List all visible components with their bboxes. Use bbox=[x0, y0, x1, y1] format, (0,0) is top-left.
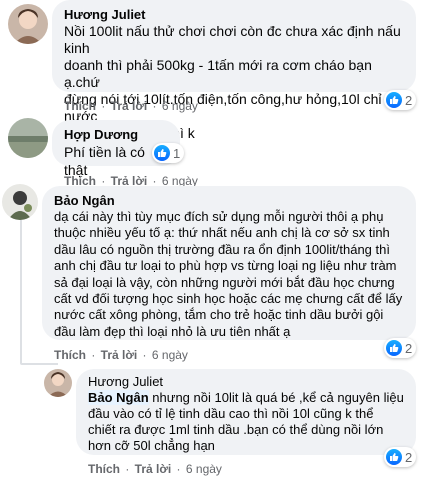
comment-text: Bảo Ngân nhưng nồi 10lit là quá bé ,kể c… bbox=[88, 390, 404, 454]
reaction-count-value: 2 bbox=[405, 92, 413, 108]
comment-time[interactable]: 6 ngày bbox=[152, 348, 188, 362]
comment-text: dạ cái này thì tùy mục đích sử dụng mỗi … bbox=[54, 209, 403, 339]
comment-author[interactable]: Bảo Ngân bbox=[54, 192, 404, 209]
like-button[interactable]: Thích bbox=[54, 348, 86, 362]
comment-bubble: Bảo Ngân dạ cái này thì tùy mục đích sử … bbox=[42, 186, 416, 340]
thread-line bbox=[20, 218, 22, 363]
mention-link[interactable]: Bảo Ngân bbox=[88, 390, 149, 405]
avatar[interactable] bbox=[8, 118, 48, 158]
reaction-count[interactable]: 2 bbox=[384, 90, 417, 110]
comment-time[interactable]: 6 ngày bbox=[186, 462, 222, 476]
like-button[interactable]: Thích bbox=[88, 462, 120, 476]
comment-actions: Thích · Trả lời · 6 ngày bbox=[54, 348, 188, 362]
comment-actions: Thích · Trả lời · 6 ngày bbox=[88, 462, 222, 476]
reply-button[interactable]: Trả lời bbox=[135, 462, 172, 476]
reaction-count[interactable]: 2 bbox=[384, 338, 417, 358]
reaction-count-value: 2 bbox=[405, 340, 413, 356]
like-button[interactable]: Thích bbox=[64, 99, 96, 113]
comment-author[interactable]: Hương Juliet bbox=[64, 6, 404, 23]
comment-bubble: Hương Juliet Nồi 100lit nấu thử chơi chơ… bbox=[52, 0, 416, 141]
thread-line-curve bbox=[20, 363, 58, 365]
avatar[interactable] bbox=[8, 4, 48, 44]
comment-actions: Thích · Trả lời · 6 ngày bbox=[64, 99, 198, 113]
reaction-count[interactable]: 1 bbox=[152, 143, 185, 163]
like-icon bbox=[154, 145, 170, 161]
avatar[interactable] bbox=[2, 184, 38, 220]
reply-button[interactable]: Trả lời bbox=[111, 99, 148, 113]
comment-bubble: Hương Juliet Bảo Ngân nhưng nồi 10lit là… bbox=[76, 369, 416, 455]
like-icon bbox=[386, 92, 402, 108]
comment-author[interactable]: Hợp Dương bbox=[64, 126, 168, 143]
comment-author[interactable]: Hương Juliet bbox=[88, 373, 404, 390]
comment-time[interactable]: 6 ngày bbox=[162, 99, 198, 113]
avatar[interactable] bbox=[44, 369, 72, 397]
reaction-count[interactable]: 2 bbox=[384, 447, 417, 467]
reply-button[interactable]: Trả lời bbox=[101, 348, 138, 362]
like-icon bbox=[386, 449, 402, 465]
reaction-count-value: 2 bbox=[405, 449, 413, 465]
reaction-count-value: 1 bbox=[173, 145, 181, 161]
like-icon bbox=[386, 340, 402, 356]
